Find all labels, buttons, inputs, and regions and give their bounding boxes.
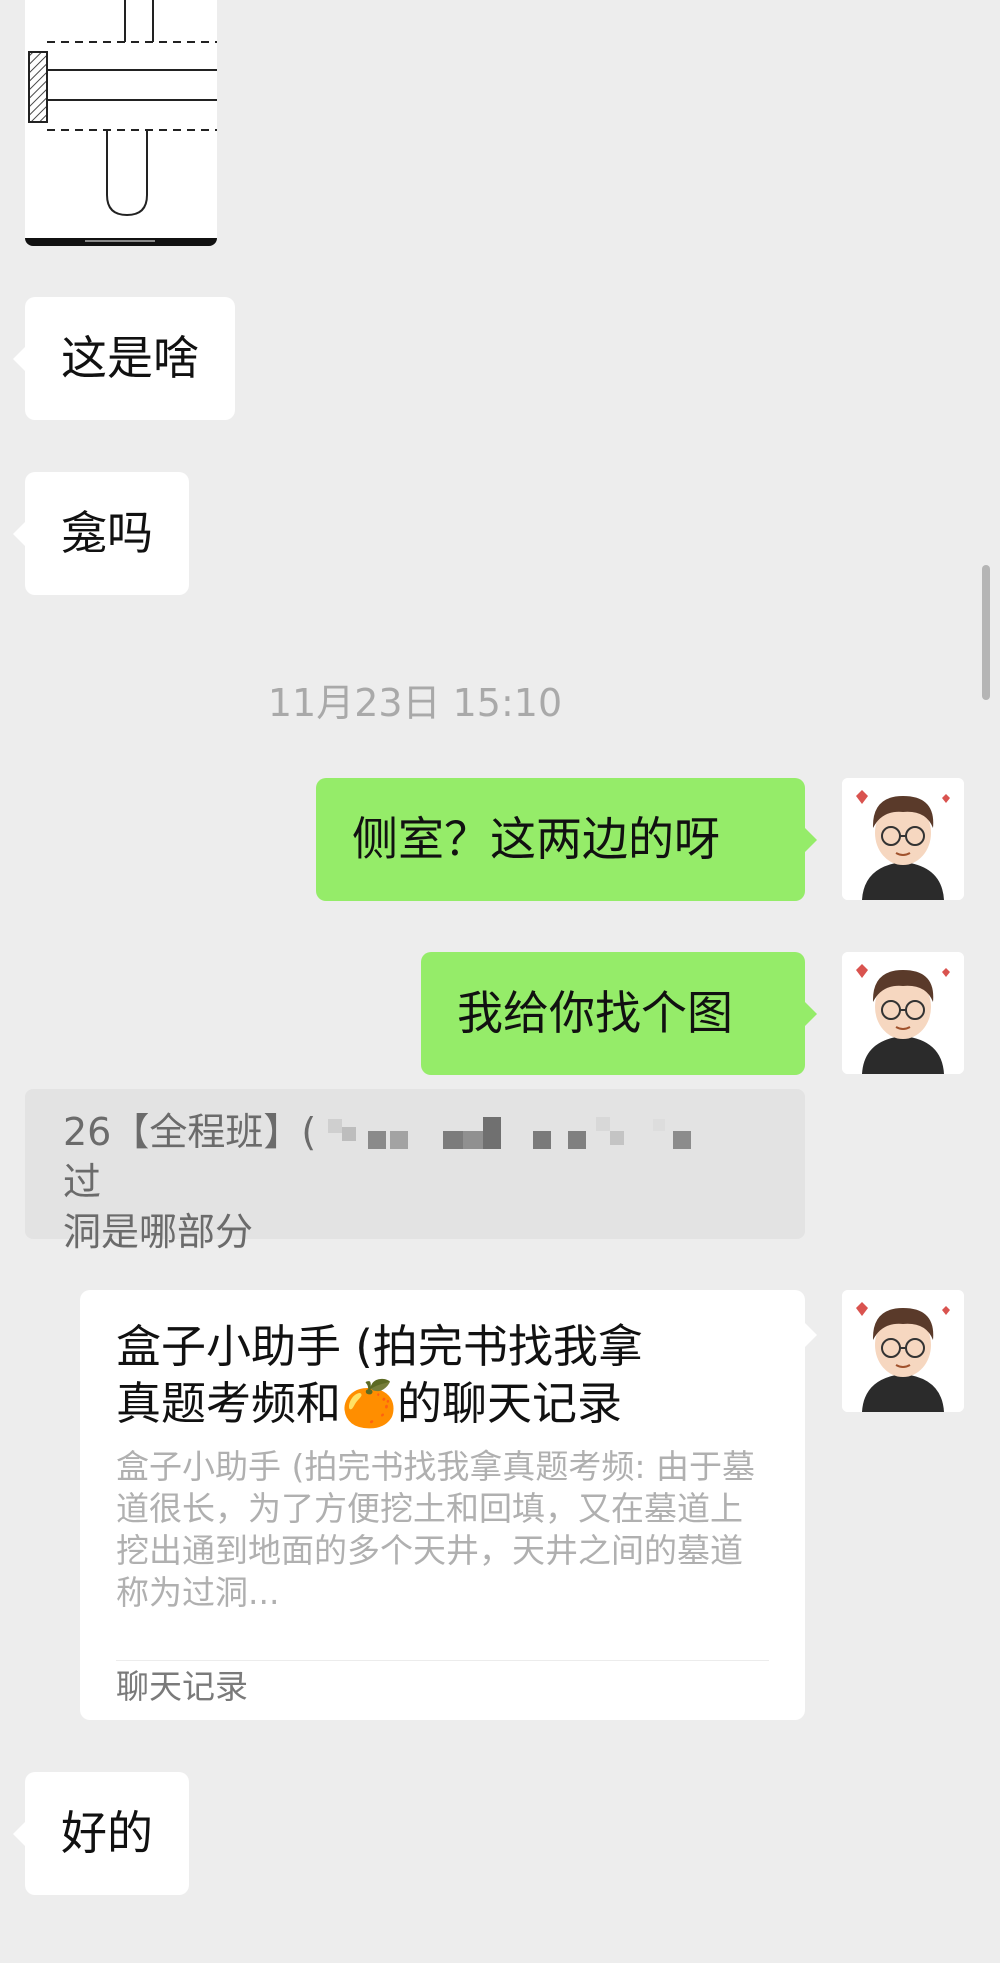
avatar[interactable]	[842, 778, 964, 900]
quote-prefix: 26【全程班】(	[63, 1110, 317, 1154]
diagram-thumbnail	[25, 0, 217, 246]
message-incoming[interactable]: 好的	[13, 1772, 189, 1895]
user-avatar-icon	[842, 952, 964, 1074]
card-preview-text: 盒子小助手 (拍完书找我拿真题考频: 由于墓道很长，为了方便挖土和回填，又在墓道…	[116, 1447, 755, 1612]
image-message[interactable]	[25, 0, 217, 246]
timestamp: 11月23日 15:10	[267, 681, 563, 725]
message-incoming[interactable]: 龛吗	[13, 472, 189, 595]
card-title: 盒子小助手 (拍完书找我拿 真题考频和🍊的聊天记录	[116, 1318, 769, 1432]
message-text: 我给你找个图	[457, 986, 733, 1040]
message-text: 这是啥	[61, 331, 199, 385]
message-outgoing[interactable]: 侧室？这两边的呀	[316, 778, 817, 901]
avatar[interactable]	[842, 952, 964, 1074]
user-avatar-icon	[842, 1290, 964, 1412]
card-title-part: 的聊天记录	[397, 1377, 623, 1430]
quote-suffix: 过	[63, 1160, 102, 1204]
card-title-part: 真题考频和	[116, 1377, 342, 1430]
quoted-message[interactable]: 26【全程班】( 过 洞是哪部分	[25, 1089, 805, 1254]
card-title-line-2: 真题考频和🍊的聊天记录	[116, 1375, 769, 1432]
card-footer: 聊天记录	[116, 1667, 248, 1706]
message-text: 侧室？这两边的呀	[352, 812, 720, 866]
card-title-line-1: 盒子小助手 (拍完书找我拿	[116, 1320, 643, 1373]
message-incoming[interactable]: 这是啥	[13, 297, 235, 420]
quote-line-2: 洞是哪部分	[63, 1210, 254, 1254]
message-outgoing[interactable]: 我给你找个图	[421, 952, 817, 1075]
user-avatar-icon	[842, 778, 964, 900]
quote-line-1: 26【全程班】( 过	[63, 1107, 767, 1207]
message-text: 好的	[61, 1806, 153, 1860]
chat-history-card[interactable]: 盒子小助手 (拍完书找我拿 真题考频和🍊的聊天记录 盒子小助手 (拍完书找我拿真…	[80, 1290, 817, 1720]
orange-emoji-icon: 🍊	[341, 1377, 398, 1430]
avatar[interactable]	[842, 1290, 964, 1412]
pixelated-redaction	[328, 1116, 692, 1149]
image-bottom-bar	[25, 238, 217, 246]
scrollbar[interactable]	[982, 565, 990, 700]
message-text: 龛吗	[61, 506, 153, 560]
